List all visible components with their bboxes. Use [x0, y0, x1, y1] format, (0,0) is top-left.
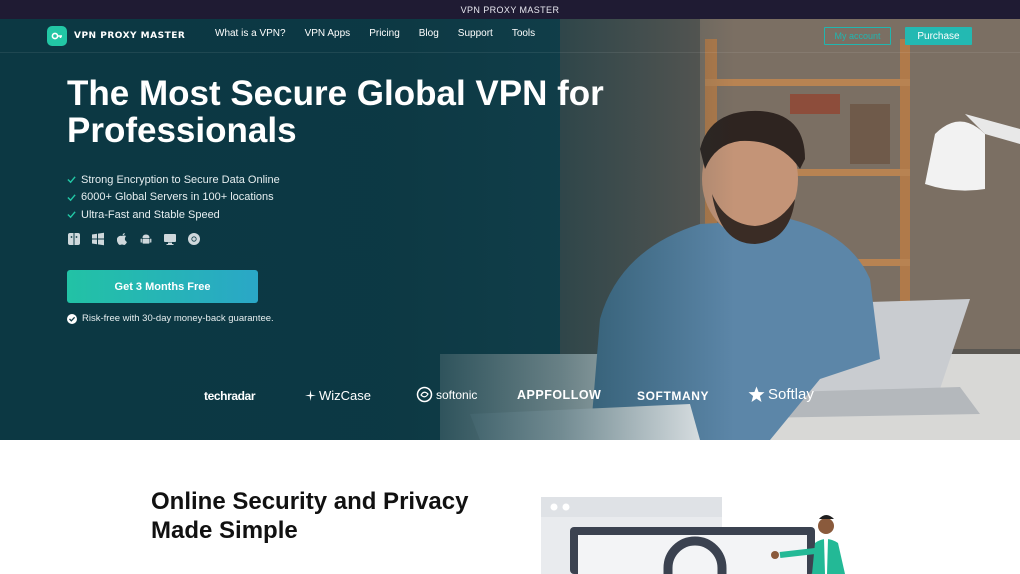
- apple-icon[interactable]: [115, 232, 129, 246]
- feature-list: Strong Encryption to Secure Data Online …: [67, 171, 280, 224]
- check-icon: [67, 176, 76, 184]
- softlay-logo: Softlay: [748, 386, 814, 403]
- techradar-logo: techradar: [204, 389, 255, 403]
- guarantee-text: Risk-free with 30-day money-back guarant…: [82, 313, 274, 324]
- appfollow-logo: APPFOLLOW: [517, 388, 601, 402]
- guarantee-note: Risk-free with 30-day money-back guarant…: [67, 313, 274, 324]
- feature-item: Ultra-Fast and Stable Speed: [67, 206, 280, 224]
- wizcase-logo-text: WizCase: [319, 388, 372, 403]
- check-circle-icon: [67, 313, 77, 324]
- get-free-months-button[interactable]: Get 3 Months Free: [67, 270, 258, 303]
- nav-item-what-is-vpn[interactable]: What is a VPN?: [215, 28, 286, 39]
- sparkle-icon: [305, 390, 316, 401]
- nav-item-pricing[interactable]: Pricing: [369, 28, 400, 39]
- wizcase-logo: WizCase: [305, 388, 371, 403]
- press-logos: techradar WizCase softonic APPFOLLOW SOF…: [0, 384, 1020, 408]
- nav-item-support[interactable]: Support: [458, 28, 493, 39]
- main-nav: VPN PROXY MASTER What is a VPN? VPN Apps…: [0, 19, 1020, 53]
- feature-text: 6000+ Global Servers in 100+ locations: [81, 191, 274, 204]
- softmany-logo-text: SOFTMANY: [637, 389, 710, 403]
- nav-item-blog[interactable]: Blog: [419, 28, 439, 39]
- android-icon[interactable]: [139, 232, 153, 246]
- hero-headline: The Most Secure Global VPN for Professio…: [67, 74, 604, 150]
- appfollow-logo-text: APPFOLLOW: [517, 388, 602, 402]
- feature-text: Strong Encryption to Secure Data Online: [81, 173, 280, 186]
- softonic-logo-text: softonic: [436, 387, 478, 402]
- section-title: Online Security and Privacy Made Simple: [151, 488, 469, 544]
- finder-icon[interactable]: [67, 232, 81, 246]
- check-icon: [67, 211, 76, 219]
- nav-item-tools[interactable]: Tools: [512, 28, 535, 39]
- announcement-text: VPN PROXY MASTER: [460, 4, 560, 15]
- key-icon: [47, 26, 67, 46]
- security-illustration: [541, 497, 845, 574]
- softmany-logo: SOFTMANY: [637, 389, 709, 403]
- my-account-button[interactable]: My account: [824, 27, 891, 45]
- hero-section: VPN PROXY MASTER What is a VPN? VPN Apps…: [0, 19, 1020, 440]
- nav-item-vpn-apps[interactable]: VPN Apps: [305, 28, 351, 39]
- feature-item: 6000+ Global Servers in 100+ locations: [67, 189, 280, 207]
- softonic-logo: softonic: [416, 386, 477, 403]
- star-icon: [748, 386, 765, 402]
- feature-item: Strong Encryption to Secure Data Online: [67, 171, 280, 189]
- announcement-bar: VPN PROXY MASTER: [0, 0, 1020, 19]
- windows-icon[interactable]: [91, 232, 105, 246]
- brand-logo[interactable]: VPN PROXY MASTER: [47, 26, 185, 46]
- brand-name: VPN PROXY MASTER: [74, 31, 186, 41]
- monitor-icon[interactable]: [163, 232, 177, 246]
- feature-text: Ultra-Fast and Stable Speed: [81, 208, 220, 221]
- techradar-logo-text: techradar: [204, 389, 256, 403]
- chrome-icon[interactable]: [187, 232, 201, 246]
- check-icon: [67, 194, 76, 202]
- softonic-mark-icon: [416, 386, 433, 403]
- softlay-logo-text: Softlay: [768, 386, 814, 403]
- platform-icons: [67, 232, 201, 246]
- nav-menu: What is a VPN? VPN Apps Pricing Blog Sup…: [215, 28, 554, 39]
- purchase-button[interactable]: Purchase: [905, 27, 972, 45]
